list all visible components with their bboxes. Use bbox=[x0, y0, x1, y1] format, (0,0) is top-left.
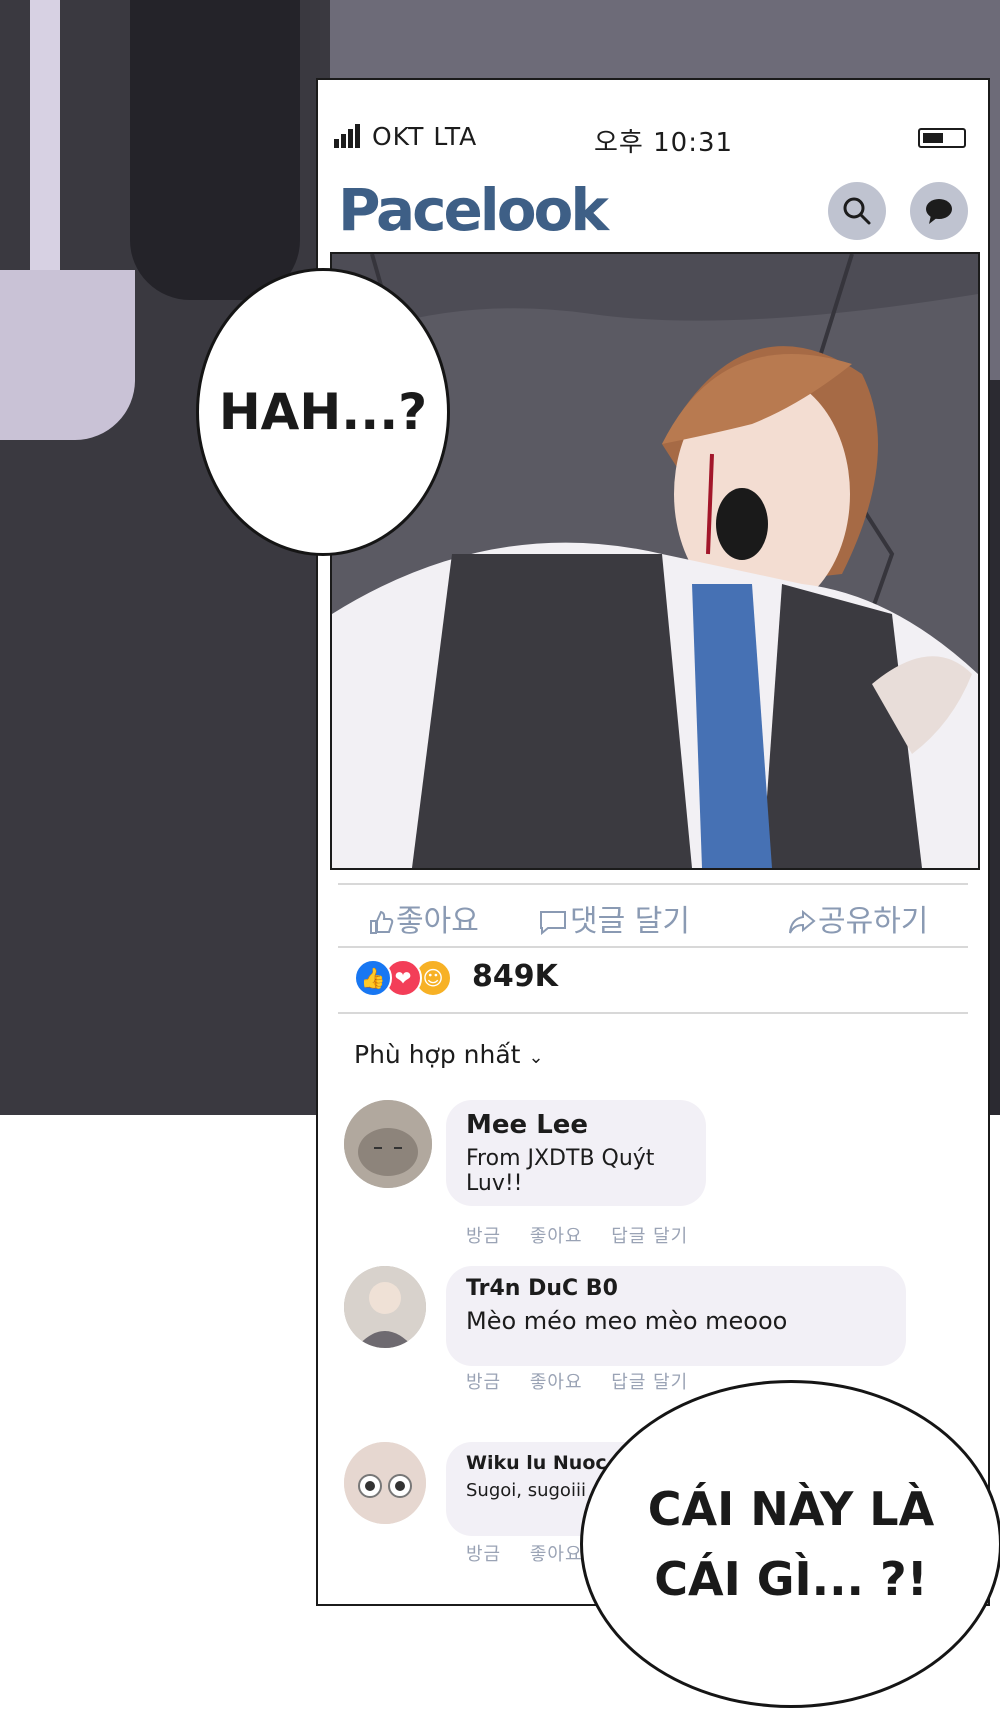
owl-avatar-icon bbox=[344, 1442, 426, 1524]
comment-like-link[interactable]: 좋아요 bbox=[530, 1372, 583, 1393]
comment-time: 방금 bbox=[466, 1544, 502, 1565]
phone-screen: OKT LTA 오후 10:31 Pacelook 좋아요 댓글 달기 공유하기… bbox=[316, 78, 990, 1606]
divider bbox=[338, 883, 968, 885]
reaction-count: 849K bbox=[472, 959, 558, 994]
like-button[interactable]: 좋아요 bbox=[368, 896, 479, 940]
background-arm bbox=[130, 0, 300, 300]
comment-button[interactable]: 댓글 달기 bbox=[538, 896, 690, 940]
post-actions: 좋아요 댓글 달기 공유하기 bbox=[338, 890, 968, 944]
background-sleeve bbox=[0, 270, 135, 440]
status-bar: OKT LTA 오후 10:31 bbox=[334, 120, 972, 160]
comment-reply-link[interactable]: 답글 달기 bbox=[611, 1372, 688, 1393]
speech-text-line: CÁI NÀY LÀ bbox=[647, 1482, 935, 1536]
signal-icon bbox=[334, 124, 362, 148]
comment-meta: 방금 좋아요 답글 달기 bbox=[466, 1368, 710, 1394]
speech-text-line: CÁI GÌ... ?! bbox=[654, 1552, 928, 1606]
comment-icon bbox=[540, 911, 566, 936]
cat-avatar-icon bbox=[344, 1100, 432, 1188]
clock: 오후 10:31 bbox=[594, 128, 734, 158]
comment-reply-link[interactable]: 답글 달기 bbox=[611, 1226, 688, 1247]
chat-button[interactable] bbox=[910, 182, 968, 240]
speech-text: HAH...? bbox=[218, 383, 428, 441]
comment-like-link[interactable]: 좋아요 bbox=[530, 1544, 583, 1565]
sort-label: Phù hợp nhất bbox=[354, 1040, 521, 1069]
search-button[interactable] bbox=[828, 182, 886, 240]
search-icon bbox=[843, 197, 871, 225]
comment-label: 댓글 달기 bbox=[570, 904, 690, 939]
app-logo[interactable]: Pacelook bbox=[338, 176, 609, 244]
comment-time: 방금 bbox=[466, 1226, 502, 1247]
speech-bubble: HAH...? bbox=[196, 268, 450, 556]
background-figure bbox=[0, 0, 330, 1115]
divider bbox=[338, 1012, 968, 1014]
comment-text: From JXDTB Quýt Luv!! bbox=[466, 1146, 655, 1196]
speech-bubble: CÁI NÀY LÀ CÁI GÌ... ?! bbox=[580, 1380, 1000, 1708]
comment-bubble[interactable]: Mee Lee From JXDTB Quýt Luv!! bbox=[446, 1100, 706, 1206]
comment-text: Mèo méo meo mèo meooo bbox=[466, 1307, 788, 1335]
comment-time: 방금 bbox=[466, 1372, 502, 1393]
comment-sort-dropdown[interactable]: Phù hợp nhất ⌄ bbox=[354, 1040, 544, 1069]
share-label: 공유하기 bbox=[818, 904, 929, 939]
battery-icon bbox=[918, 128, 966, 148]
comment-bubble[interactable]: Tr4n DuC B0 Mèo méo meo mèo meooo bbox=[446, 1266, 906, 1366]
avatar[interactable] bbox=[344, 1442, 426, 1524]
share-icon bbox=[789, 909, 816, 934]
comment-author[interactable]: Tr4n DuC B0 bbox=[466, 1276, 886, 1301]
comment-author[interactable]: Mee Lee bbox=[466, 1110, 686, 1140]
like-icon: 👍 bbox=[354, 959, 392, 997]
avatar[interactable] bbox=[344, 1266, 426, 1348]
like-label: 좋아요 bbox=[396, 904, 479, 939]
person-avatar-icon bbox=[344, 1266, 426, 1348]
comment-meta: 방금 좋아요 답글 달기 bbox=[466, 1222, 710, 1248]
thumbs-up-icon bbox=[370, 910, 394, 934]
carrier-label: OKT LTA bbox=[372, 122, 478, 151]
chevron-down-icon: ⌄ bbox=[528, 1047, 544, 1068]
background-collar bbox=[30, 0, 60, 270]
chat-bubble-icon bbox=[926, 199, 952, 224]
comment-like-link[interactable]: 좋아요 bbox=[530, 1226, 583, 1247]
share-button[interactable]: 공유하기 bbox=[788, 896, 928, 940]
avatar[interactable] bbox=[344, 1100, 432, 1188]
divider bbox=[338, 946, 968, 948]
